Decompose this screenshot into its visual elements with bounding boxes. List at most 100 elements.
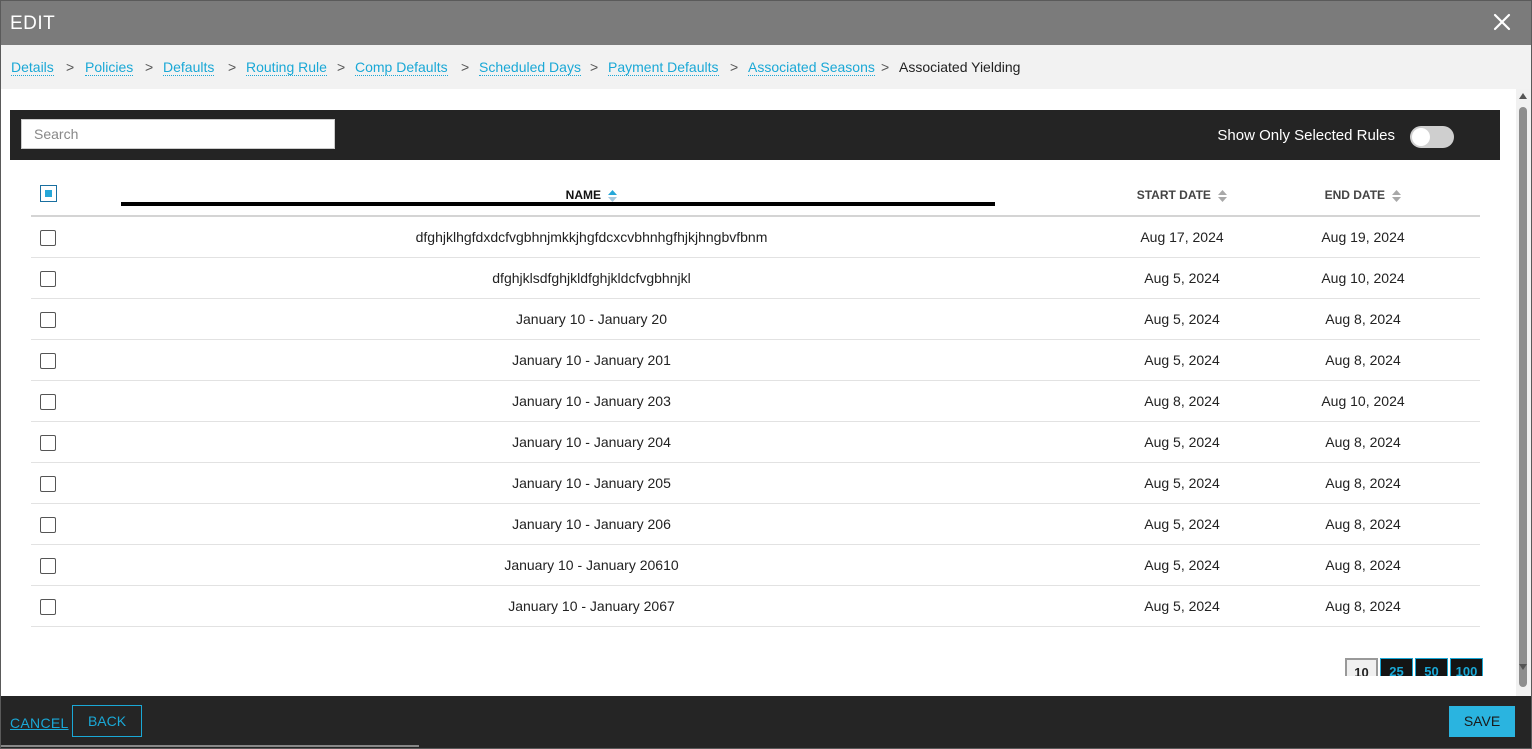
row-checkbox[interactable] <box>40 598 56 615</box>
row-name: January 10 - January 20 <box>65 298 1118 340</box>
row-name: January 10 - January 206 <box>65 503 1118 545</box>
row-name: January 10 - January 203 <box>65 380 1118 422</box>
table-row: January 10 - January 2067 Aug 5, 2024 Au… <box>31 585 1480 627</box>
sort-icon <box>1218 189 1228 202</box>
row-checkbox-cell <box>31 462 65 504</box>
row-name: dfghjklhgfdxdcfvgbhnjmkkjhgfdcxcvbhnhgfh… <box>65 216 1118 258</box>
page-size-selector: 10 25 50 100 <box>1345 658 1485 676</box>
partial-check-icon <box>44 190 52 197</box>
row-end-date: Aug 19, 2024 <box>1246 216 1480 258</box>
column-header-end-date[interactable]: END DATE <box>1246 175 1480 217</box>
close-icon[interactable] <box>1491 11 1513 33</box>
breadcrumb-defaults[interactable]: Defaults <box>163 59 215 76</box>
row-start-date: Aug 5, 2024 <box>1118 544 1246 586</box>
select-all-cell <box>31 175 65 217</box>
row-end-date: Aug 10, 2024 <box>1246 380 1480 422</box>
page-size-10[interactable]: 10 <box>1345 658 1378 676</box>
row-checkbox[interactable] <box>40 270 56 287</box>
row-end-date: Aug 8, 2024 <box>1246 421 1480 463</box>
breadcrumb-associated-seasons[interactable]: Associated Seasons <box>748 59 875 76</box>
page-size-100[interactable]: 100 <box>1450 658 1483 676</box>
breadcrumb-separator: > <box>590 59 599 75</box>
breadcrumb-details[interactable]: Details <box>11 59 54 76</box>
breadcrumb-separator: > <box>461 59 470 75</box>
breadcrumb-separator: > <box>337 59 346 75</box>
row-checkbox[interactable] <box>40 352 56 369</box>
save-button[interactable]: SAVE <box>1449 706 1515 737</box>
table-row: dfghjklhgfdxdcfvgbhnjmkkjhgfdcxcvbhnhgfh… <box>31 216 1480 258</box>
footer-divider <box>1 745 419 747</box>
vertical-scrollbar[interactable] <box>1516 89 1531 696</box>
row-checkbox[interactable] <box>40 229 56 246</box>
row-checkbox[interactable] <box>40 557 56 574</box>
row-start-date: Aug 17, 2024 <box>1118 216 1246 258</box>
breadcrumb-payment-defaults[interactable]: Payment Defaults <box>608 59 719 76</box>
row-start-date: Aug 5, 2024 <box>1118 462 1246 504</box>
row-start-date: Aug 8, 2024 <box>1118 380 1246 422</box>
sort-icon <box>1392 189 1402 202</box>
row-checkbox-cell <box>31 380 65 422</box>
select-all-checkbox[interactable] <box>39 185 57 202</box>
content-area: Show Only Selected Rules NAME <box>1 89 1516 696</box>
row-checkbox[interactable] <box>40 393 56 410</box>
page-size-25[interactable]: 25 <box>1380 658 1413 676</box>
row-checkbox-cell <box>31 216 65 258</box>
row-checkbox-cell <box>31 339 65 381</box>
row-end-date: Aug 8, 2024 <box>1246 503 1480 545</box>
breadcrumb-comp-defaults[interactable]: Comp Defaults <box>355 59 448 76</box>
breadcrumb-scheduled-days[interactable]: Scheduled Days <box>479 59 581 76</box>
row-start-date: Aug 5, 2024 <box>1118 339 1246 381</box>
column-header-name-label: NAME <box>565 188 601 202</box>
row-end-date: Aug 8, 2024 <box>1246 462 1480 504</box>
scroll-up-icon[interactable] <box>1519 93 1527 99</box>
row-checkbox[interactable] <box>40 516 56 533</box>
page-size-50[interactable]: 50 <box>1415 658 1448 676</box>
table-row: January 10 - January 205 Aug 5, 2024 Aug… <box>31 462 1480 504</box>
edit-dialog: EDIT Details > Policies > Defaults > Rou… <box>0 0 1532 749</box>
title-bar: EDIT <box>1 1 1531 45</box>
column-header-name[interactable]: NAME <box>65 175 1118 217</box>
row-checkbox[interactable] <box>40 311 56 328</box>
table-row: January 10 - January 206 Aug 5, 2024 Aug… <box>31 503 1480 545</box>
row-checkbox-cell <box>31 503 65 545</box>
scrollbar-thumb[interactable] <box>1519 107 1527 687</box>
row-name: January 10 - January 205 <box>65 462 1118 504</box>
row-start-date: Aug 5, 2024 <box>1118 585 1246 627</box>
row-end-date: Aug 10, 2024 <box>1246 257 1480 299</box>
rules-table: NAME START DATE END DATE dfghjklhgfdxdcf… <box>31 175 1480 627</box>
sort-asc-icon <box>608 189 618 202</box>
row-checkbox[interactable] <box>40 434 56 451</box>
toggle-knob <box>1412 128 1430 146</box>
show-selected-toggle[interactable] <box>1410 126 1454 148</box>
breadcrumb-policies[interactable]: Policies <box>85 59 134 76</box>
dialog-title: EDIT <box>10 13 56 34</box>
dialog-footer: CANCEL BACK SAVE <box>1 696 1531 748</box>
row-end-date: Aug 8, 2024 <box>1246 544 1480 586</box>
row-start-date: Aug 5, 2024 <box>1118 503 1246 545</box>
back-button[interactable]: BACK <box>72 705 142 737</box>
row-checkbox-cell <box>31 544 65 586</box>
table-header-row: NAME START DATE END DATE <box>31 175 1480 217</box>
row-end-date: Aug 8, 2024 <box>1246 298 1480 340</box>
table-toolbar: Show Only Selected Rules <box>10 110 1500 160</box>
scroll-down-icon[interactable] <box>1519 664 1527 670</box>
row-name: January 10 - January 204 <box>65 421 1118 463</box>
row-checkbox-cell <box>31 298 65 340</box>
table-row: January 10 - January 20 Aug 5, 2024 Aug … <box>31 298 1480 340</box>
row-name: January 10 - January 2067 <box>65 585 1118 627</box>
row-name: January 10 - January 201 <box>65 339 1118 381</box>
column-header-start-date[interactable]: START DATE <box>1118 175 1246 217</box>
table-row: January 10 - January 20610 Aug 5, 2024 A… <box>31 544 1480 586</box>
row-end-date: Aug 8, 2024 <box>1246 339 1480 381</box>
table-row: January 10 - January 203 Aug 8, 2024 Aug… <box>31 380 1480 422</box>
row-checkbox[interactable] <box>40 475 56 492</box>
search-input[interactable] <box>21 119 335 149</box>
row-start-date: Aug 5, 2024 <box>1118 421 1246 463</box>
toggle-label: Show Only Selected Rules <box>1217 127 1395 144</box>
cancel-link[interactable]: CANCEL <box>10 715 69 731</box>
row-name: January 10 - January 20610 <box>65 544 1118 586</box>
breadcrumb: Details > Policies > Defaults > Routing … <box>1 45 1531 89</box>
breadcrumb-routing-rule[interactable]: Routing Rule <box>246 59 327 76</box>
table-row: January 10 - January 201 Aug 5, 2024 Aug… <box>31 339 1480 381</box>
row-checkbox-cell <box>31 421 65 463</box>
